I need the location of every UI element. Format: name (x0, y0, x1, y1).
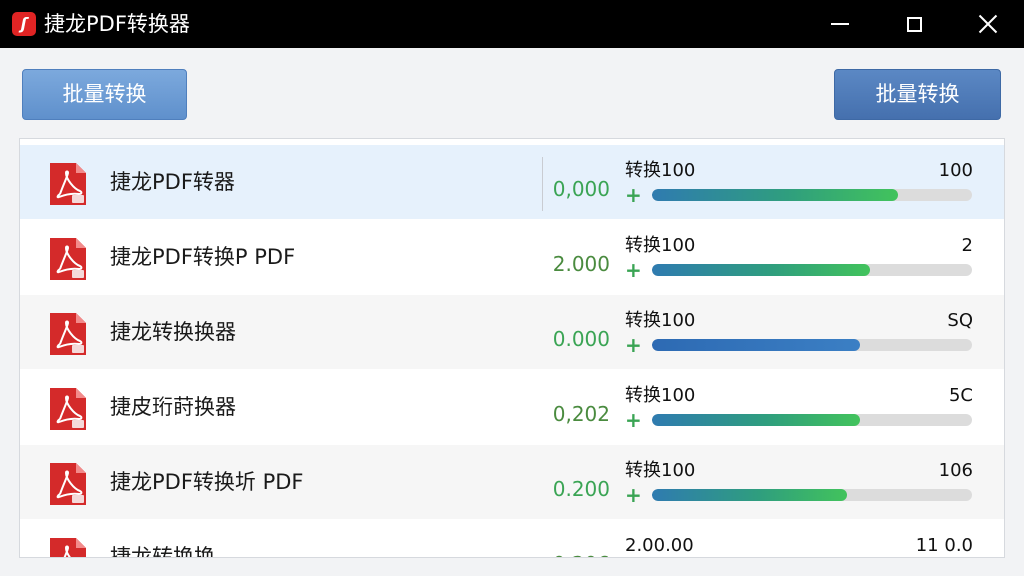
add-icon[interactable]: + (625, 260, 642, 280)
file-row[interactable]: 捷龙转换换器 0.000 转换100 SQ + (20, 295, 1004, 369)
pdf-file-icon (48, 536, 88, 557)
progress-fill (652, 414, 860, 426)
pdf-file-icon (48, 386, 88, 432)
progress-value: 11 0.0 (915, 535, 973, 556)
file-row[interactable]: 捷龙PDF转器 0,000 转换100 100 + (20, 145, 1004, 219)
progress-value: 100 (938, 160, 973, 181)
progress-value: SQ (947, 310, 973, 331)
file-name: 捷龙转换换 (110, 545, 215, 558)
window-title: 捷龙PDF转换器 (44, 12, 190, 36)
add-icon[interactable]: + (625, 185, 642, 205)
pdf-file-icon (48, 461, 88, 507)
minimize-button[interactable] (810, 0, 870, 48)
file-name: 捷龙PDF转换圻 PDF (110, 470, 304, 494)
maximize-icon (906, 16, 922, 32)
file-size: 0.000 (552, 327, 610, 351)
file-name: 捷龙PDF转器 (110, 170, 235, 194)
add-icon[interactable]: + (625, 335, 642, 355)
file-size: 0,000 (552, 177, 610, 201)
add-icon[interactable]: + (625, 410, 642, 430)
batch-convert-button-left[interactable]: 批量转换 (22, 69, 187, 120)
batch-convert-button-right[interactable]: 批量转换 (834, 69, 1001, 120)
progress-label: 2.00.00 (625, 535, 694, 556)
progress-bar (652, 264, 972, 276)
progress-fill (652, 339, 860, 351)
progress-label: 转换100 (625, 460, 696, 481)
progress-bar (652, 339, 972, 351)
maximize-button[interactable] (884, 0, 944, 48)
pdf-file-icon (48, 311, 88, 357)
progress-label: 转换100 (625, 160, 696, 181)
app-logo-icon: ʃ (12, 12, 36, 36)
file-size: 0.200 (552, 477, 610, 501)
minimize-icon (831, 23, 849, 25)
file-size: 0,202 (552, 402, 610, 426)
file-row[interactable]: 捷龙PDF转换圻 PDF 0.200 转换100 106 + (20, 445, 1004, 519)
file-row[interactable]: 捷龙转换换 0.206 2.00.00 11 0.0 (20, 520, 1004, 558)
file-size: 2.000 (552, 252, 610, 276)
progress-fill (652, 489, 848, 501)
title-bar: ʃ 捷龙PDF转换器 (0, 0, 1024, 48)
close-icon (978, 14, 998, 34)
file-list: 捷龙PDF转器 0,000 转换100 100 + 捷龙PDF转换P PDF 2.00… (19, 138, 1005, 558)
file-name: 捷龙转换换器 (110, 320, 236, 344)
progress-fill (652, 189, 899, 201)
file-name: 捷龙PDF转换P PDF (110, 245, 296, 269)
file-size: 0.206 (510, 550, 610, 557)
progress-fill (652, 264, 870, 276)
progress-value: 106 (938, 460, 973, 481)
file-row[interactable]: 捷皮珩莳换器 0,202 转换100 5C + (20, 370, 1004, 444)
progress-bar (652, 414, 972, 426)
file-name: 捷皮珩莳换器 (110, 395, 236, 419)
progress-bar (652, 489, 972, 501)
progress-label: 转换100 (625, 310, 696, 331)
progress-label: 转换100 (625, 385, 696, 406)
add-icon[interactable]: + (625, 485, 642, 505)
progress-bar (652, 189, 972, 201)
pdf-file-icon (48, 236, 88, 282)
pdf-file-icon (48, 161, 88, 207)
progress-label: 转换100 (625, 235, 696, 256)
file-row[interactable]: 捷龙PDF转换P PDF 2.000 转换100 2 + (20, 220, 1004, 294)
progress-value: 5C (948, 385, 973, 406)
progress-value: 2 (961, 235, 973, 256)
close-button[interactable] (958, 0, 1018, 48)
